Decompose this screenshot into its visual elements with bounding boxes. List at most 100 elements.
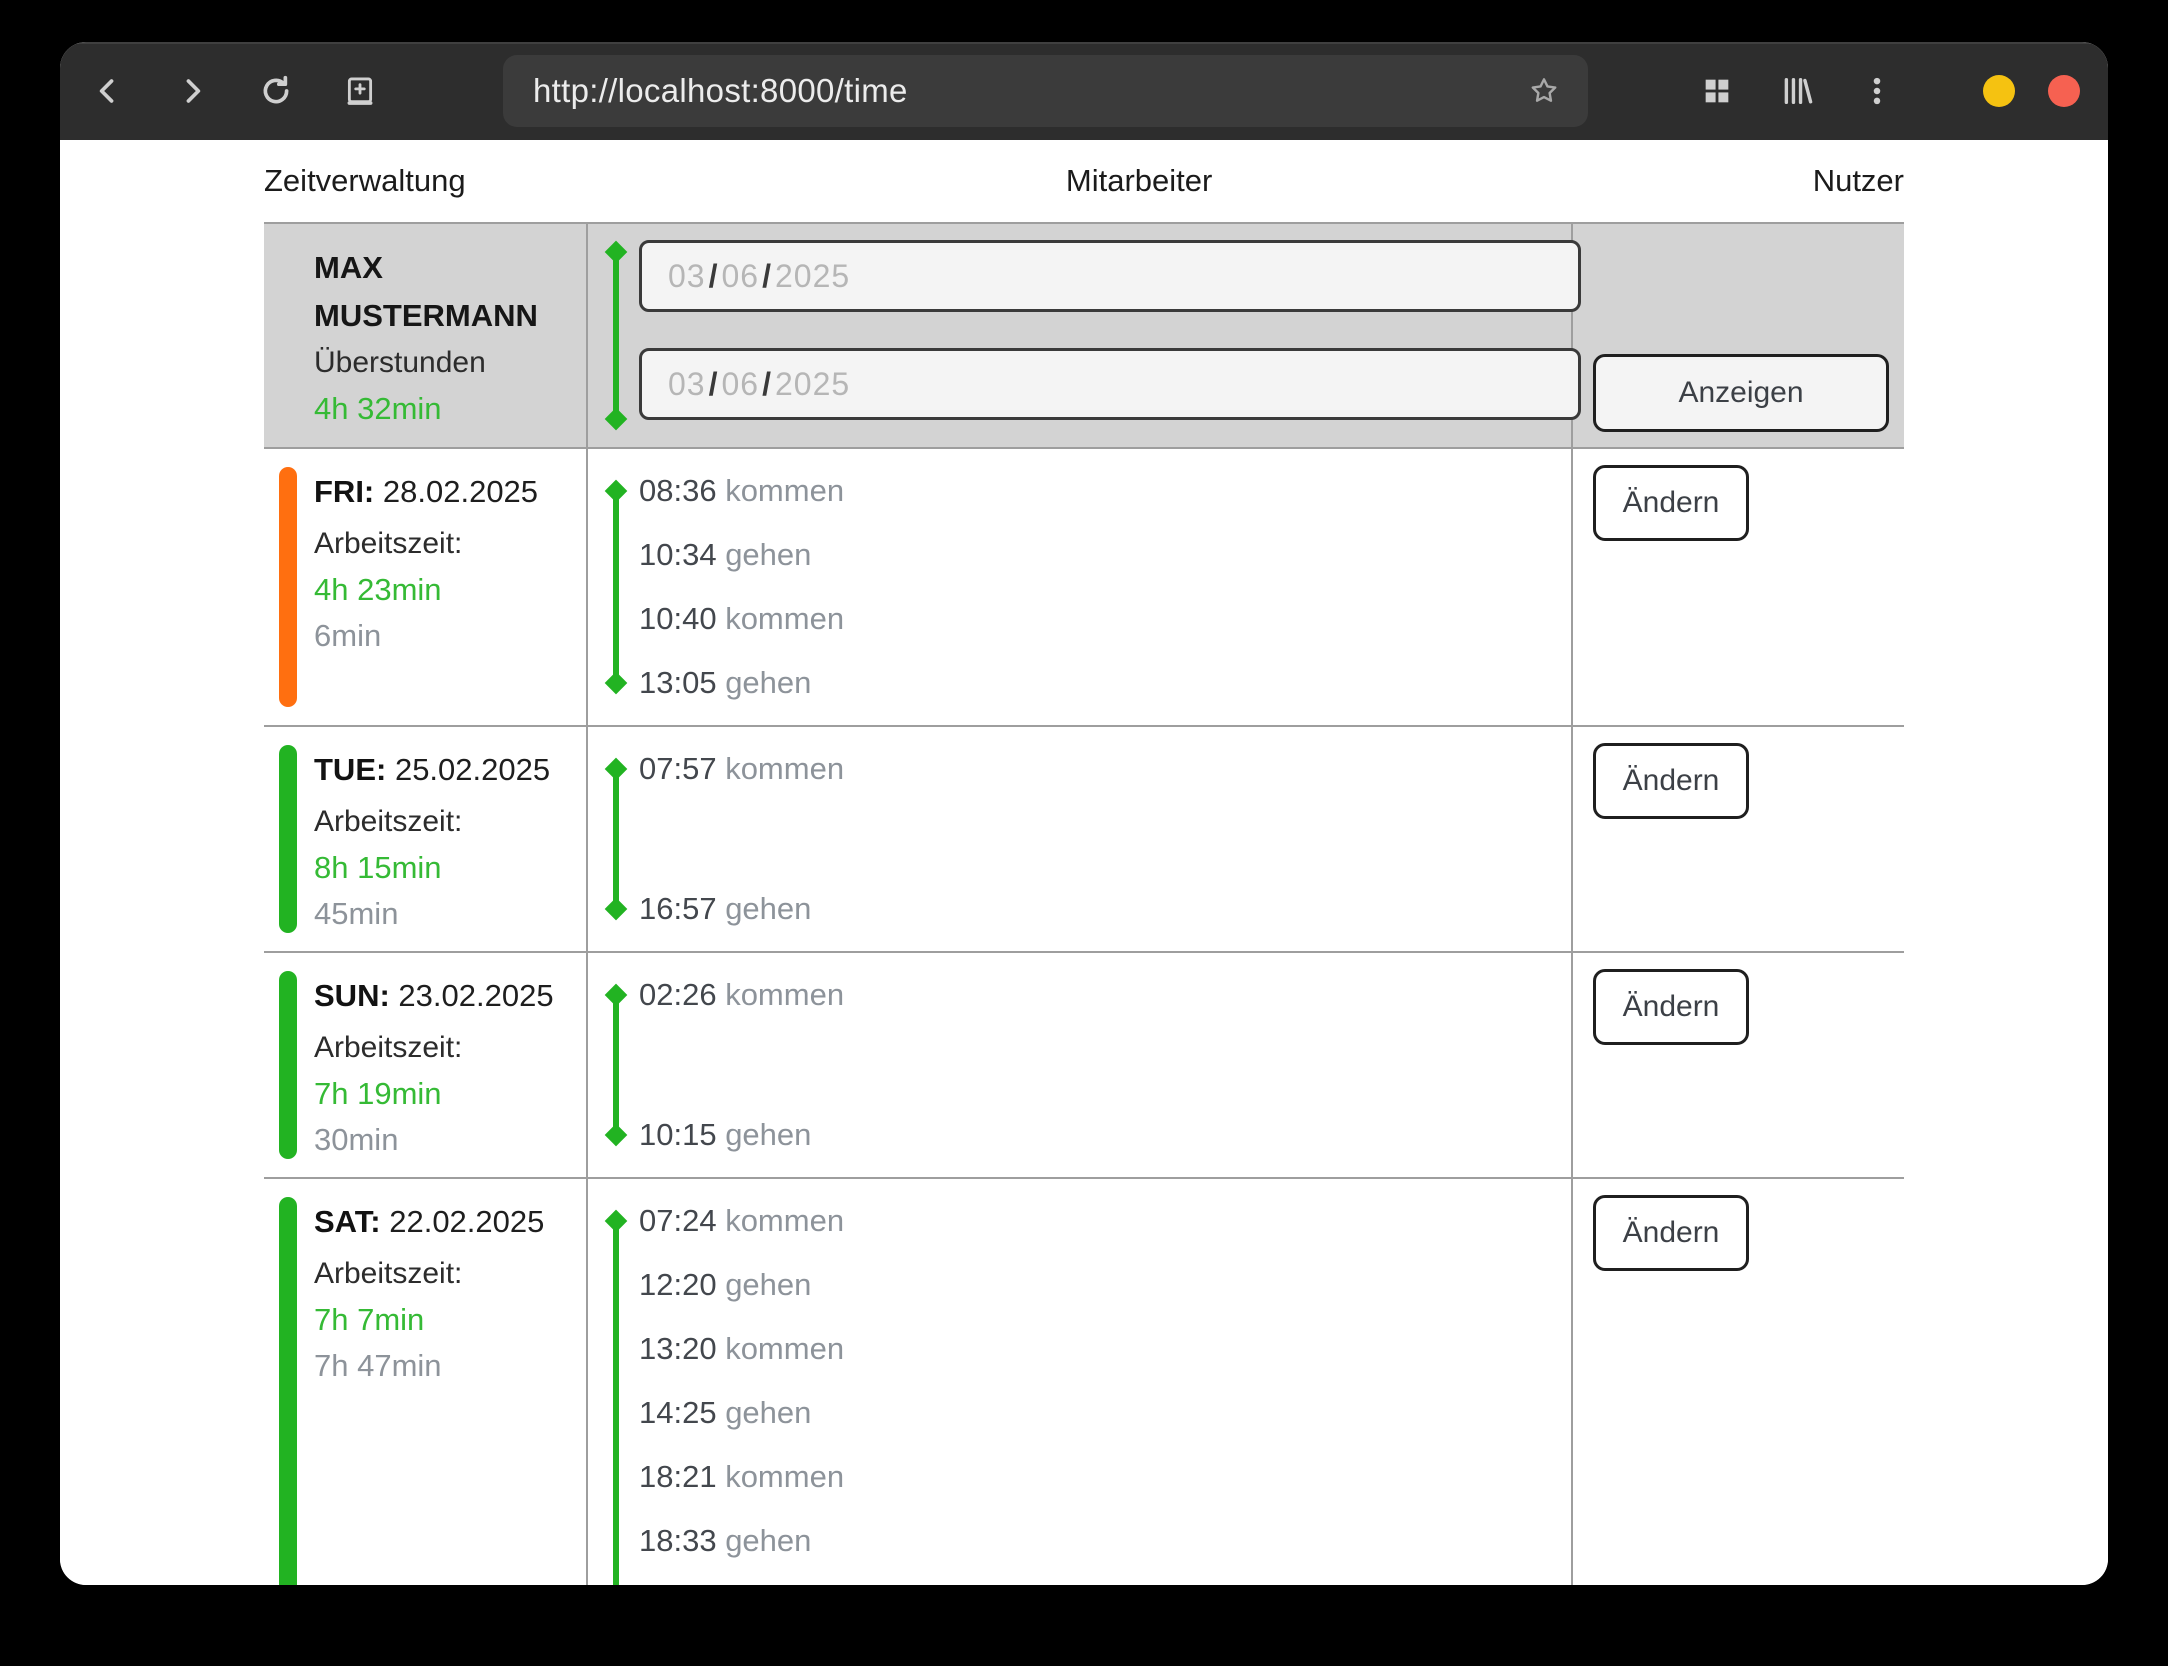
day-row: SUN: 23.02.2025 Arbeitszeit: 7h 19min 30… (264, 953, 1904, 1179)
entry-time: 10:34 (639, 537, 717, 572)
timeline-arrow (613, 1221, 619, 1585)
day-summary-cell: SUN: 23.02.2025 Arbeitszeit: 7h 19min 30… (264, 953, 588, 1177)
minimize-button[interactable] (1983, 75, 2015, 107)
nav-item-nutzer[interactable]: Nutzer (1813, 163, 1904, 199)
nav-item-mitarbeiter[interactable]: Mitarbeiter (1066, 163, 1212, 199)
date-from-input[interactable]: 03/06/2025 (639, 240, 1581, 312)
url-text[interactable]: http://localhost:8000/time (533, 72, 908, 110)
entry-time: 12:20 (639, 1267, 717, 1302)
entry-time: 13:05 (639, 665, 717, 700)
time-entry: 10:40 kommen (639, 587, 1571, 651)
time-entry: 10:15 gehen (639, 1103, 1571, 1167)
day-status-bar (279, 1197, 297, 1585)
filter-action-cell: Anzeigen (1573, 224, 1904, 447)
day-row: SAT: 22.02.2025 Arbeitszeit: 7h 7min 7h … (264, 1179, 1904, 1585)
time-entry: 10:34 gehen (639, 523, 1571, 587)
entry-time: 18:21 (639, 1459, 717, 1494)
entry-time: 07:24 (639, 1203, 717, 1238)
day-abbreviation: SAT: (314, 1204, 381, 1239)
day-date-value: 23.02.2025 (398, 978, 553, 1013)
worktime-label: Arbeitszeit: (314, 1251, 578, 1297)
change-button[interactable]: Ändern (1593, 465, 1749, 541)
entry-time: 13:20 (639, 1331, 717, 1366)
date-from-year: 2025 (775, 258, 850, 295)
day-action-cell: Ändern (1573, 1179, 1904, 1585)
time-entry: 07:24 kommen (639, 1189, 1571, 1253)
day-summary-cell: FRI: 28.02.2025 Arbeitszeit: 4h 23min 6m… (264, 449, 588, 725)
time-entries-cell: 07:57 kommen 16:57 gehen (588, 727, 1573, 951)
timeline-arrow (613, 995, 619, 1135)
employee-name-line1: MAX (314, 244, 578, 292)
time-entry: 12:20 gehen (639, 1253, 1571, 1317)
date-to-input[interactable]: 03/06/2025 (639, 348, 1581, 420)
time-entry: 13:20 kommen (639, 1317, 1571, 1381)
browser-titlebar: http://localhost:8000/time (60, 42, 2108, 140)
day-date-line: TUE: 25.02.2025 (314, 747, 578, 793)
day-date-line: SAT: 22.02.2025 (314, 1199, 578, 1245)
date-from-day: 06 (721, 258, 759, 295)
entry-action: kommen (717, 751, 844, 786)
entries-list: 02:26 kommen 10:15 gehen (639, 963, 1571, 1167)
entry-action: kommen (717, 977, 844, 1012)
entries-list: 08:36 kommen10:34 gehen10:40 kommen13:05… (639, 459, 1571, 715)
day-summary-cell: SAT: 22.02.2025 Arbeitszeit: 7h 7min 7h … (264, 1179, 588, 1585)
employee-name-line2: MUSTERMANN (314, 292, 578, 340)
bookmark-star-icon[interactable] (1526, 73, 1562, 109)
toolbar-right-icons (1699, 73, 2080, 109)
nav-controls (90, 73, 378, 109)
change-button[interactable]: Ändern (1593, 969, 1749, 1045)
entry-time: 07:57 (639, 751, 717, 786)
show-button[interactable]: Anzeigen (1593, 354, 1889, 432)
reload-icon[interactable] (258, 73, 294, 109)
entry-time: 10:15 (639, 1117, 717, 1152)
day-date-value: 22.02.2025 (389, 1204, 544, 1239)
day-action-cell: Ändern (1573, 449, 1904, 725)
address-bar[interactable]: http://localhost:8000/time (503, 55, 1588, 127)
timeline-arrow (613, 491, 619, 683)
menu-kebab-icon[interactable] (1859, 73, 1895, 109)
entry-time: 10:40 (639, 601, 717, 636)
time-entries-cell: 07:24 kommen12:20 gehen13:20 kommen14:25… (588, 1179, 1573, 1585)
day-summary-cell: TUE: 25.02.2025 Arbeitszeit: 8h 15min 45… (264, 727, 588, 951)
day-date-value: 25.02.2025 (395, 752, 550, 787)
day-abbreviation: FRI: (314, 474, 374, 509)
day-date-line: SUN: 23.02.2025 (314, 973, 578, 1019)
entry-action: kommen (717, 473, 844, 508)
change-button[interactable]: Ändern (1593, 1195, 1749, 1271)
date-range-arrow (613, 252, 619, 419)
timeline-arrow (613, 769, 619, 909)
tab-overview-icon[interactable] (1699, 73, 1735, 109)
day-row: FRI: 28.02.2025 Arbeitszeit: 4h 23min 6m… (264, 449, 1904, 727)
entries-list: 07:24 kommen12:20 gehen13:20 kommen14:25… (639, 1189, 1571, 1585)
worktime-value: 8h 15min (314, 845, 578, 891)
day-action-cell: Ändern (1573, 953, 1904, 1177)
time-entry: 07:57 kommen (639, 737, 1571, 801)
entry-action: gehen (717, 1395, 812, 1430)
entry-action: gehen (717, 1267, 812, 1302)
day-abbreviation: SUN: (314, 978, 390, 1013)
breaktime-value: 30min (314, 1117, 578, 1163)
day-status-bar (279, 971, 297, 1159)
library-icon[interactable] (1779, 73, 1815, 109)
entry-time: 14:25 (639, 1395, 717, 1430)
forward-icon[interactable] (174, 73, 210, 109)
time-entry: 13:05 gehen (639, 651, 1571, 715)
time-entry: 16:57 gehen (639, 877, 1571, 941)
entry-action: gehen (717, 891, 812, 926)
day-status-bar (279, 745, 297, 933)
close-button[interactable] (2048, 75, 2080, 107)
back-icon[interactable] (90, 73, 126, 109)
employee-summary-cell: MAX MUSTERMANN Überstunden 4h 32min (264, 224, 588, 447)
entry-action: kommen (717, 1203, 844, 1238)
entry-action: gehen (717, 1117, 812, 1152)
time-entry: 08:36 kommen (639, 459, 1571, 523)
day-date-value: 28.02.2025 (383, 474, 538, 509)
new-tab-icon[interactable] (342, 73, 378, 109)
window-controls (1983, 75, 2080, 107)
date-filter-cell: 03/06/2025 03/06/2025 (588, 224, 1573, 447)
nav-item-zeitverwaltung[interactable]: Zeitverwaltung (264, 163, 466, 199)
change-button[interactable]: Ändern (1593, 743, 1749, 819)
time-entry: 02:26 kommen (639, 963, 1571, 1027)
entry-action: kommen (717, 1459, 844, 1494)
worktime-value: 7h 7min (314, 1297, 578, 1343)
